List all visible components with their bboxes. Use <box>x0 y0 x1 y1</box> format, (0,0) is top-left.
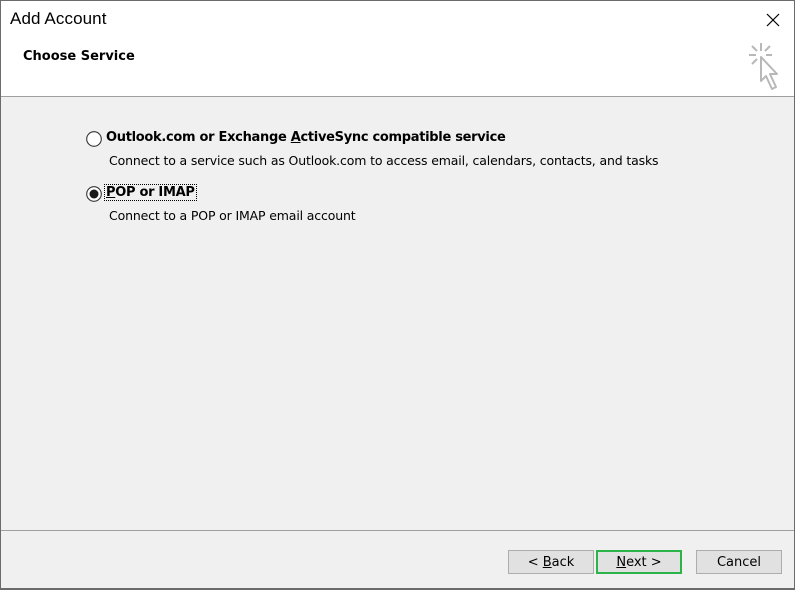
option-outlook-exchange-description: Connect to a service such as Outlook.com… <box>109 153 659 168</box>
radio-selected-dot <box>89 189 99 199</box>
footer-divider <box>1 530 794 531</box>
accelerator-key: N <box>616 554 627 570</box>
cancel-button[interactable]: Cancel <box>696 550 782 574</box>
dialog-header: Add Account Choose Service <box>1 1 794 97</box>
option-pop-imap-description: Connect to a POP or IMAP email account <box>109 208 356 223</box>
add-account-dialog: Add Account Choose Service Outlook.com o… <box>0 0 795 590</box>
next-button[interactable]: Next > <box>596 550 682 574</box>
accelerator-key: B <box>542 554 552 570</box>
radio-pop-imap[interactable] <box>86 186 102 202</box>
accelerator-key: P <box>106 185 116 200</box>
label-text: OP or IMAP <box>115 185 195 200</box>
button-text: ack <box>551 554 575 570</box>
button-text: < <box>527 554 543 570</box>
button-text: ext > <box>626 554 662 570</box>
accelerator-key: A <box>290 130 301 145</box>
close-button[interactable] <box>759 7 787 33</box>
window-title: Add Account <box>10 9 107 28</box>
page-subtitle: Choose Service <box>23 49 135 64</box>
back-button[interactable]: < Back <box>508 550 594 574</box>
label-text: Outlook.com or Exchange <box>106 130 291 145</box>
option-outlook-exchange-label[interactable]: Outlook.com or Exchange ActiveSync compa… <box>105 130 507 145</box>
label-text: ctiveSync compatible service <box>300 130 506 145</box>
cursor-sparkle-icon <box>749 43 778 90</box>
radio-outlook-exchange[interactable] <box>86 131 102 147</box>
close-icon <box>766 13 780 27</box>
option-pop-imap-label[interactable]: POP or IMAP <box>104 184 197 201</box>
